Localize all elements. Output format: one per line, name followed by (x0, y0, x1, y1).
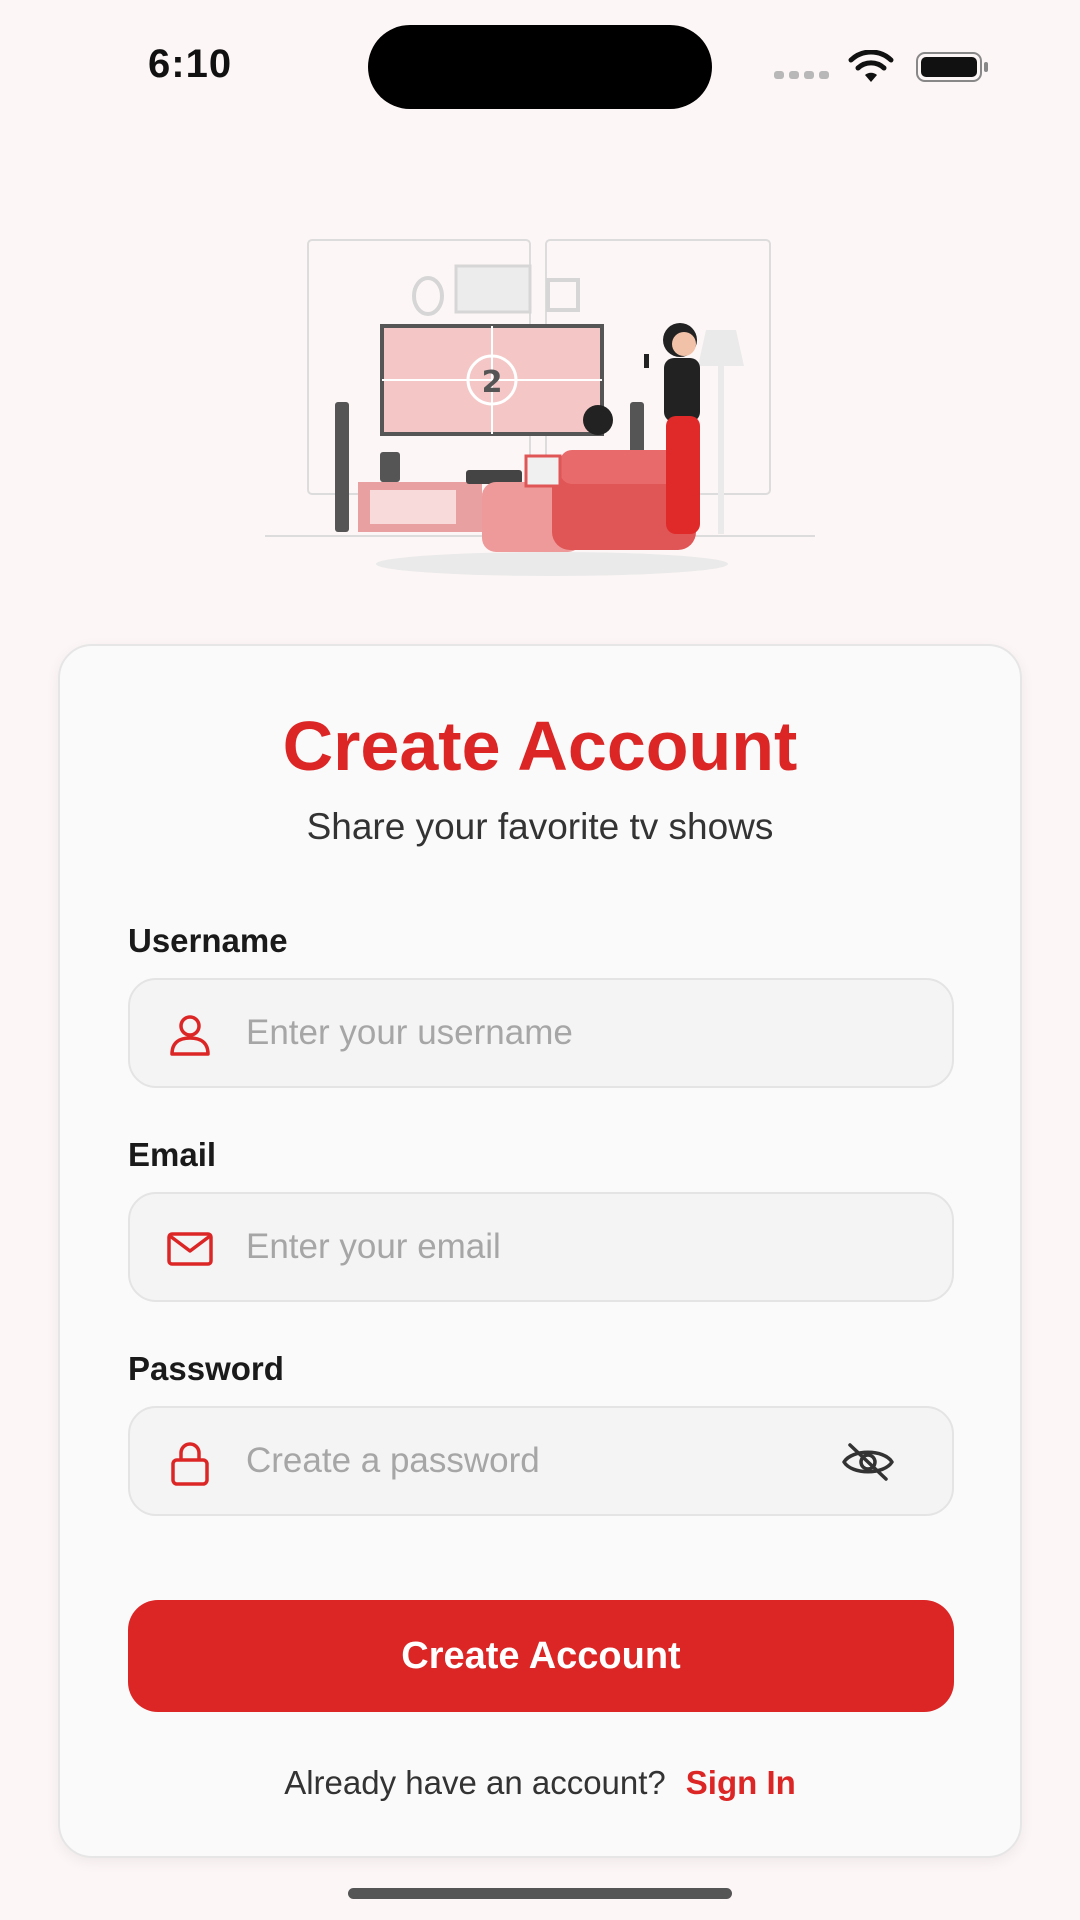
eye-off-icon[interactable] (840, 1441, 896, 1483)
wifi-icon (848, 50, 894, 82)
sign-in-link[interactable]: Sign In (686, 1764, 796, 1801)
mail-icon (167, 1232, 213, 1266)
username-label: Username (128, 922, 288, 959)
page-title: Create Account (282, 707, 798, 785)
email-input[interactable] (246, 1194, 806, 1300)
signal-icon (774, 71, 829, 79)
tv-screen-number: 2 (482, 365, 503, 400)
status-bar: 6:10 (0, 0, 1080, 130)
username-field[interactable] (128, 978, 954, 1088)
create-account-button[interactable]: Create Account (128, 1600, 954, 1712)
password-label: Password (128, 1350, 284, 1387)
signup-card: Create Account Share your favorite tv sh… (58, 644, 1022, 1858)
battery-icon (916, 52, 988, 82)
password-input[interactable] (246, 1408, 806, 1514)
couple-watching-tv-illustration: 2 (265, 239, 815, 576)
lock-icon (171, 1442, 209, 1486)
signin-prompt: Already have an account? Sign In (60, 1764, 1020, 1802)
username-input[interactable] (246, 980, 806, 1086)
status-time: 6:10 (148, 42, 233, 86)
user-icon (170, 1015, 210, 1056)
password-field[interactable] (128, 1406, 954, 1516)
email-label: Email (128, 1136, 217, 1173)
signin-prompt-text: Already have an account? (284, 1764, 666, 1801)
dynamic-island (368, 25, 712, 109)
home-indicator[interactable] (348, 1888, 732, 1899)
page-subtitle: Share your favorite tv shows (306, 806, 774, 847)
email-field[interactable] (128, 1192, 954, 1302)
